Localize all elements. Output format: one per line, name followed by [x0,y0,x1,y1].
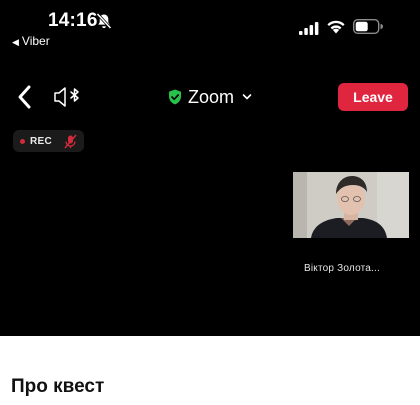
recording-label: REC [30,135,53,147]
participant-video-image [293,172,409,238]
participant-name: Віктор Золота... [304,263,380,274]
back-triangle-icon: ◀ [12,37,19,47]
recording-dot-icon [20,138,25,144]
bell-slash-icon [96,12,112,30]
cellular-signal-icon [299,22,319,35]
status-time: 14:16 [48,10,98,31]
sheet-title: Про квест [11,376,105,397]
bottom-sheet: Про квест [0,336,420,405]
back-to-app-link[interactable]: ◀ Viber [12,34,50,48]
meeting-title-dropdown[interactable]: Zoom [168,85,252,109]
leave-button[interactable]: Leave [338,83,408,111]
shield-check-icon [169,89,181,105]
back-app-label: Viber [21,34,50,48]
audio-speaker-bluetooth-icon[interactable] [52,85,82,109]
microphone-muted-icon [64,134,77,148]
battery-icon [353,19,383,34]
chevron-down-icon [242,94,252,100]
participant-video-tile[interactable] [293,172,409,238]
recording-badge: REC [13,130,84,152]
wifi-icon [327,20,345,34]
status-bar: 14:16 ◀ Viber [0,0,420,52]
meeting-header: Zoom Leave [0,72,420,122]
meeting-title: Zoom [188,86,235,107]
video-area: REC Віктор Золота... [0,122,420,336]
back-chevron-icon[interactable] [16,84,32,110]
